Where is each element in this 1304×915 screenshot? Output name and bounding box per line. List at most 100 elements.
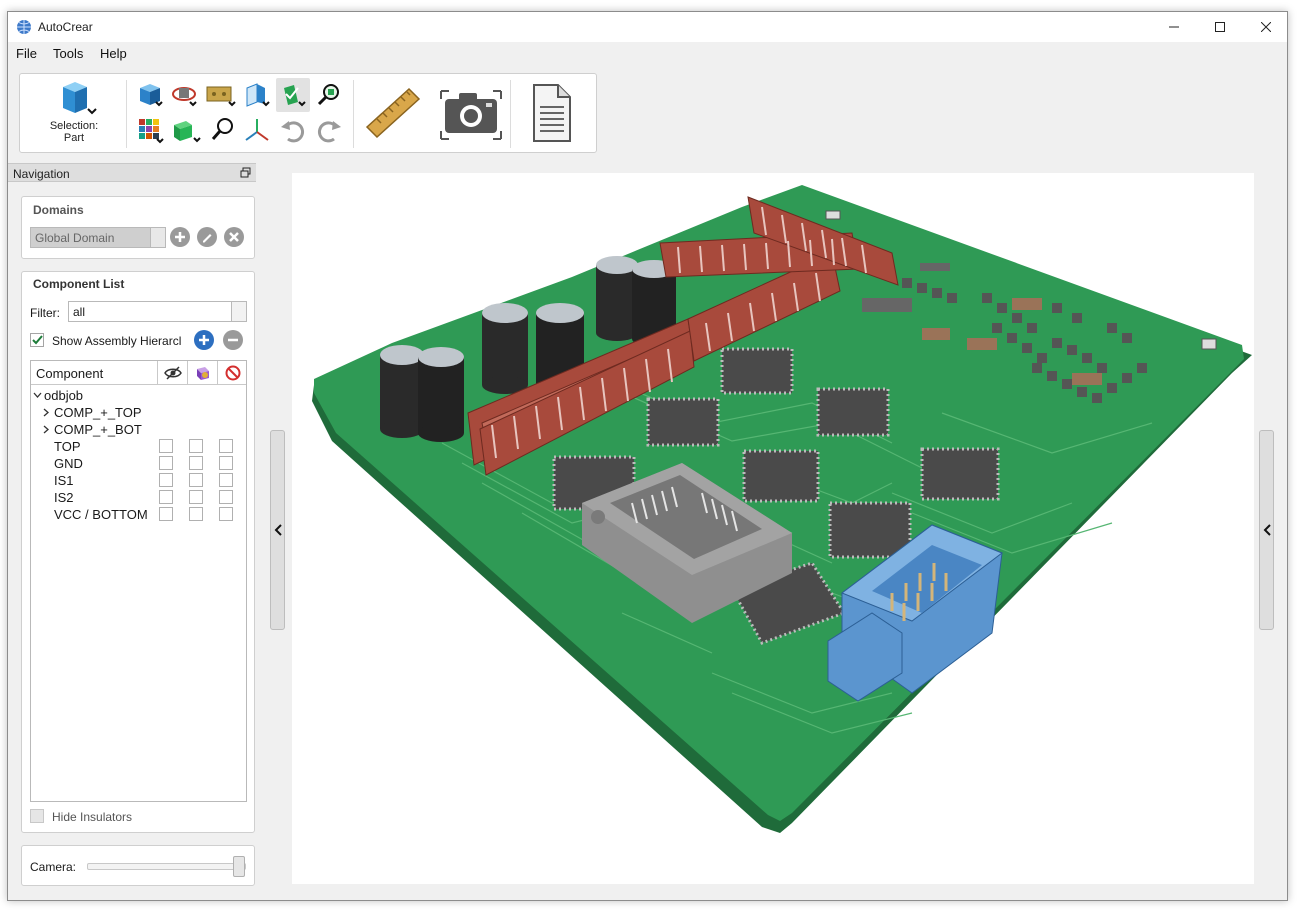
transparency-checkbox[interactable] — [189, 439, 203, 453]
tree-item-layer-gnd[interactable]: GND — [31, 455, 246, 472]
section-view-button[interactable] — [242, 80, 272, 110]
tree-item-comp-top[interactable]: COMP_+_TOP — [31, 404, 246, 421]
transparency-checkbox[interactable] — [189, 490, 203, 504]
pcb-3d-model[interactable] — [292, 173, 1254, 884]
menu-tools[interactable]: Tools — [53, 46, 83, 61]
redo-button[interactable] — [314, 114, 344, 146]
show-hierarchy-checkbox[interactable] — [30, 333, 44, 347]
selection-mode-label: Selection: Part — [38, 120, 110, 144]
transparency-column-header[interactable] — [187, 361, 217, 385]
checkmark-icon — [32, 335, 43, 345]
visibility-column-header[interactable] — [157, 361, 187, 385]
filter-dropdown[interactable] — [231, 301, 247, 322]
domain-select[interactable]: Global Domain — [30, 227, 166, 248]
chevron-left-icon — [1263, 524, 1271, 536]
delete-domain-button[interactable] — [224, 227, 244, 247]
visibility-checkbox[interactable] — [159, 439, 173, 453]
toolbar-separator — [510, 80, 511, 148]
selection-value-text: Part — [63, 132, 85, 144]
maximize-button[interactable] — [1197, 12, 1243, 42]
zoom-button[interactable] — [208, 114, 238, 146]
component-column-header: Component — [36, 366, 104, 381]
chevron-left-icon — [274, 524, 282, 536]
highlight-button[interactable] — [276, 78, 310, 112]
cross-icon — [229, 232, 239, 242]
report-button[interactable] — [520, 82, 582, 144]
plus-icon — [175, 232, 185, 242]
color-palette-button[interactable] — [136, 114, 166, 146]
menu-bar: File Tools Help — [8, 42, 1287, 64]
undo-icon — [281, 121, 304, 143]
title-bar: AutoCrear — [8, 12, 1287, 42]
color-palette-icon — [139, 119, 164, 144]
close-button[interactable] — [1243, 12, 1287, 42]
camera-slider-track[interactable] — [87, 863, 246, 870]
chevron-right-icon[interactable] — [42, 425, 51, 434]
add-domain-button[interactable] — [170, 227, 190, 247]
exclude-checkbox[interactable] — [219, 473, 233, 487]
chevron-down-icon[interactable] — [33, 391, 42, 400]
capacitor — [596, 256, 638, 341]
transparency-checkbox[interactable] — [189, 507, 203, 521]
exclude-checkbox[interactable] — [219, 439, 233, 453]
visibility-checkbox[interactable] — [159, 456, 173, 470]
capacitor — [418, 347, 464, 442]
menu-file[interactable]: File — [16, 46, 37, 61]
tree-item-layer-is2[interactable]: IS2 — [31, 489, 246, 506]
selection-mode-button[interactable] — [50, 78, 100, 120]
rotate-view-button[interactable] — [170, 80, 200, 110]
hide-insulators-label: Hide Insulators — [52, 810, 133, 824]
camera-icon — [440, 90, 502, 140]
zoom-fit-button[interactable] — [314, 80, 344, 110]
exclude-checkbox[interactable] — [219, 456, 233, 470]
3d-viewport[interactable] — [292, 173, 1254, 884]
view-cube-button[interactable] — [136, 80, 166, 110]
axis-button[interactable] — [242, 114, 272, 146]
tree-header: Component — [31, 361, 246, 385]
exclude-checkbox[interactable] — [219, 507, 233, 521]
visibility-checkbox[interactable] — [159, 507, 173, 521]
pan-view-button[interactable] — [204, 80, 238, 110]
expand-right-panel-handle[interactable] — [1259, 430, 1274, 630]
visibility-checkbox[interactable] — [159, 490, 173, 504]
camera-slider-thumb[interactable] — [233, 856, 245, 877]
transparency-checkbox[interactable] — [189, 473, 203, 487]
tree-item-layer-is1[interactable]: IS1 — [31, 472, 246, 489]
filter-input[interactable]: all — [68, 301, 247, 322]
filter-label: Filter: — [30, 306, 60, 320]
qfp-chip — [720, 347, 794, 395]
minus-icon — [228, 338, 238, 342]
tree-item-layer-top[interactable]: TOP — [31, 438, 246, 455]
chevron-right-icon[interactable] — [42, 408, 51, 417]
menu-help[interactable]: Help — [100, 46, 127, 61]
tree-item-comp-bot[interactable]: COMP_+_BOT — [31, 421, 246, 438]
edit-domain-button[interactable] — [197, 227, 217, 247]
expand-hierarchy-button[interactable] — [194, 330, 214, 350]
exclude-checkbox[interactable] — [219, 490, 233, 504]
pencil-icon — [203, 234, 212, 243]
screenshot-button[interactable] — [438, 82, 504, 144]
redo-icon — [318, 121, 341, 143]
transparency-checkbox[interactable] — [189, 456, 203, 470]
undo-button[interactable] — [278, 114, 308, 146]
tree-item-label: IS1 — [54, 473, 74, 488]
toolbar-separator — [353, 80, 354, 148]
prohibited-icon — [225, 365, 241, 381]
display-mode-button[interactable] — [170, 114, 204, 146]
measure-button[interactable] — [362, 82, 424, 144]
undock-icon[interactable] — [240, 167, 251, 178]
collapse-hierarchy-button[interactable] — [223, 330, 243, 350]
hide-insulators-checkbox[interactable] — [30, 809, 44, 823]
exclude-column-header[interactable] — [217, 361, 246, 385]
domain-select-dropdown[interactable] — [150, 227, 166, 248]
component-tree[interactable]: Component odbjob COMP_+_TOP COMP_+_BOT T… — [30, 360, 247, 802]
report-icon — [533, 84, 571, 142]
tree-item-root[interactable]: odbjob — [31, 387, 246, 404]
visibility-checkbox[interactable] — [159, 473, 173, 487]
tree-item-layer-vcc-bottom[interactable]: VCC / BOTTOM — [31, 506, 246, 523]
ruler-icon — [365, 87, 421, 139]
close-icon — [1261, 22, 1271, 32]
collapse-left-panel-handle[interactable] — [270, 430, 285, 630]
minimize-button[interactable] — [1151, 12, 1197, 42]
tree-item-label: COMP_+_BOT — [54, 422, 142, 437]
